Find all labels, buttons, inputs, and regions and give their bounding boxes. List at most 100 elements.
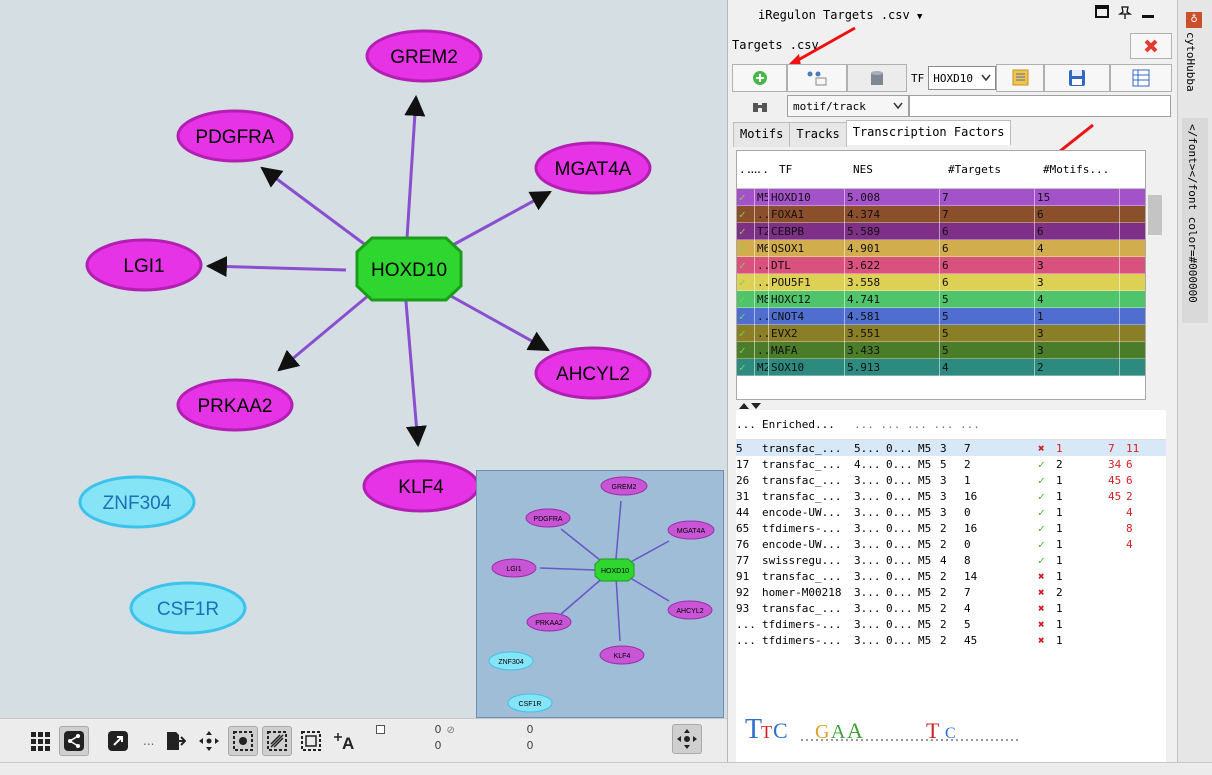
tab-motifs[interactable]: Motifs <box>733 122 791 147</box>
tf-table-row[interactable]: ✓ M5 HOXD10 5.008 7 15 <box>737 188 1145 206</box>
enriched-table-row[interactable]: 76 encode-UW... 3... 0... M5 2 0 ✓ 1 4 <box>736 536 1166 552</box>
enriched-table-row[interactable]: 92 homer-M00218 3... 0... M5 2 7 ✖ 2 <box>736 584 1166 600</box>
tab-transcription-factors[interactable]: Transcription Factors <box>845 120 1012 145</box>
filter-row: motif/track <box>732 94 1177 118</box>
node-pdgfra[interactable]: PDGFRA <box>176 109 294 163</box>
node-lgi1[interactable]: LGI1 <box>85 238 203 292</box>
side-tab-html[interactable]: </font></font color=#000000 <box>1182 118 1208 323</box>
tf-table[interactable]: ... ... TF NES #Targets #Motifs... ✓ M5 HO… <box>736 150 1146 400</box>
tf-table-row[interactable]: ✓ M2 SOX10 5.913 4 2 <box>737 358 1145 376</box>
tf-table-row[interactable]: ✓...FOXA14.37476 <box>737 205 1145 223</box>
node-label: ZNF304 <box>103 493 172 514</box>
panel-title[interactable]: iRegulon Targets .csv ▼ <box>758 8 922 22</box>
tf-table-row[interactable]: ✓...CNOT44.58151 <box>737 307 1145 325</box>
column-header-motifs[interactable]: #Motifs... <box>1039 163 1124 176</box>
enriched-table-row[interactable]: ... tfdimers-... 3... 0... M5 2 5 ✖ 1 <box>736 616 1166 632</box>
tf-table-row[interactable]: ✓...EVX23.55153 <box>737 324 1145 342</box>
label-button[interactable]: A <box>330 726 360 756</box>
column-header[interactable]: ... <box>737 163 759 176</box>
tf-table-row[interactable]: ✓...MAFA3.43353 <box>737 341 1145 359</box>
save-button[interactable] <box>1044 64 1111 92</box>
enriched-table-row[interactable]: 5 transfac_... 5... 0... M5 3 7 ✖ 1 7 11 <box>736 440 1166 456</box>
delete-button[interactable] <box>847 64 907 92</box>
tf-table-row[interactable]: ✓...POU5F13.55863 <box>737 273 1145 291</box>
enriched-table-row[interactable]: 77 swissregu... 3... 0... M5 4 8 ✓ 1 <box>736 552 1166 568</box>
column-header-targets[interactable]: #Targets <box>944 163 1039 176</box>
column-header-nes[interactable]: NES <box>849 163 944 176</box>
close-results-button[interactable] <box>1130 33 1172 59</box>
enriched-motif-table[interactable]: ... Enriched... ... ... ... ... ... 5 tra… <box>736 410 1166 762</box>
enriched-table-row[interactable]: 26 transfac_... 3... 0... M5 3 1 ✓ 1 45 6 <box>736 472 1166 488</box>
select-edges-button[interactable] <box>262 725 293 756</box>
chevron-down-icon[interactable]: ▼ <box>917 12 922 22</box>
add-network-button[interactable] <box>732 64 787 92</box>
tf-targets: 6 <box>940 239 1035 257</box>
tf-name: EVX2 <box>769 324 845 342</box>
grid-menu-button[interactable] <box>25 726 55 756</box>
node-grem2[interactable]: GREM2 <box>365 29 483 83</box>
enriched-table-row[interactable]: 17 transfac_... 4... 0... M5 5 2 ✓ 2 34 6 <box>736 456 1166 472</box>
tf-table-row[interactable]: ✓ T2 CEBPB 5.589 6 6 <box>737 222 1145 240</box>
node-klf4[interactable]: KLF4 <box>362 459 480 513</box>
tf-rank: ... <box>755 273 769 291</box>
node-csf1r[interactable]: CSF1R <box>129 581 247 635</box>
side-tab-cytohubba[interactable]: ♁ cytoHubba <box>1184 12 1206 112</box>
enriched-table-row[interactable]: 65 tfdimers-... 3... 0... M5 2 16 ✓ 1 8 <box>736 520 1166 536</box>
network-overview[interactable]: GREM2 PDGFRA MGAT4A LGI1 AHCYL2 PRKAA2 K… <box>476 470 724 718</box>
create-tree-button[interactable] <box>787 64 847 92</box>
filter-input[interactable] <box>909 95 1171 117</box>
node-hoxd10[interactable]: HOXD10 <box>355 236 463 302</box>
tf-select[interactable]: HOXD10 <box>928 66 997 90</box>
export-table-button[interactable] <box>1110 64 1173 92</box>
network-canvas[interactable]: GREM2 PDGFRA MGAT4A LGI1 AHCYL2 PRKAA2 K… <box>0 0 727 718</box>
motif-auc: 0... <box>886 569 913 583</box>
edge-hoxd10-pdgfra[interactable] <box>260 166 376 254</box>
tf-rank: ... <box>755 341 769 359</box>
enriched-table-row[interactable]: 91 transfac_... 3... 0... M5 2 14 ✖ 1 <box>736 568 1166 584</box>
open-external-button[interactable] <box>103 726 133 756</box>
view-list-button[interactable] <box>996 64 1045 92</box>
motif-cluster: M5 <box>918 457 932 471</box>
binoculars-icon <box>732 99 787 113</box>
tf-table-row[interactable]: ✓ M8 HOXC12 4.741 5 4 <box>737 290 1145 308</box>
select-annotations-button[interactable] <box>296 726 326 756</box>
export-button[interactable] <box>160 726 190 756</box>
maximize-icon[interactable] <box>1095 5 1109 22</box>
column-header-tf[interactable]: TF <box>761 163 849 176</box>
minimize-icon[interactable] <box>1141 5 1155 22</box>
selected-count: 0 <box>434 722 442 736</box>
tf-table-row[interactable]: ✓...DTL3.62263 <box>737 256 1145 274</box>
navigate-button[interactable] <box>672 724 702 754</box>
column-header-enriched[interactable]: Enriched... <box>762 418 854 431</box>
export-icon <box>167 731 187 750</box>
edge-hoxd10-lgi1[interactable] <box>205 256 347 278</box>
tab-tracks[interactable]: Tracks <box>789 122 847 147</box>
tf-table-row[interactable]: ✓ M6 QSOX1 4.901 6 4 <box>737 239 1145 257</box>
center-button[interactable] <box>194 726 224 756</box>
filter-type-select[interactable]: motif/track <box>787 95 909 117</box>
edge-hoxd10-klf4[interactable] <box>403 289 427 448</box>
edge-hoxd10-ahcyl2[interactable] <box>439 288 550 352</box>
edge-hoxd10-mgat4a[interactable] <box>439 190 552 254</box>
enriched-table-row[interactable]: 44 encode-UW... 3... 0... M5 3 0 ✓ 1 4 <box>736 504 1166 520</box>
select-nodes-button[interactable] <box>228 725 259 756</box>
tf-table-scrollbar[interactable] <box>1146 185 1164 400</box>
toolbar-overflow[interactable]: ... <box>143 734 154 748</box>
node-znf304[interactable]: ZNF304 <box>78 475 196 529</box>
enriched-table-row[interactable]: ... tfdimers-... 3... 0... M5 2 45 ✖ 1 <box>736 632 1166 648</box>
checkbox-icon[interactable] <box>376 724 386 734</box>
scrollbar-thumb[interactable] <box>1148 195 1162 235</box>
enriched-table-row[interactable]: 93 transfac_... 3... 0... M5 2 4 ✖ 1 <box>736 600 1166 616</box>
column-header[interactable]: ... <box>749 163 769 176</box>
node-mgat4a[interactable]: MGAT4A <box>534 141 652 195</box>
enriched-table-header: ... Enriched... ... ... ... ... ... <box>736 410 1166 440</box>
share-button[interactable] <box>59 725 89 756</box>
motif-flag-count: 1 <box>1056 601 1063 615</box>
pin-icon[interactable] <box>1117 5 1133 22</box>
node-ahcyl2[interactable]: AHCYL2 <box>534 346 652 400</box>
node-prkaa2[interactable]: PRKAA2 <box>176 378 294 432</box>
check-icon: ✓ <box>1038 521 1045 535</box>
edge-hoxd10-prkaa2[interactable] <box>277 288 376 372</box>
motif-cluster: M5 <box>918 521 932 535</box>
enriched-table-row[interactable]: 31 transfac_... 3... 0... M5 3 16 ✓ 1 45 2 <box>736 488 1166 504</box>
